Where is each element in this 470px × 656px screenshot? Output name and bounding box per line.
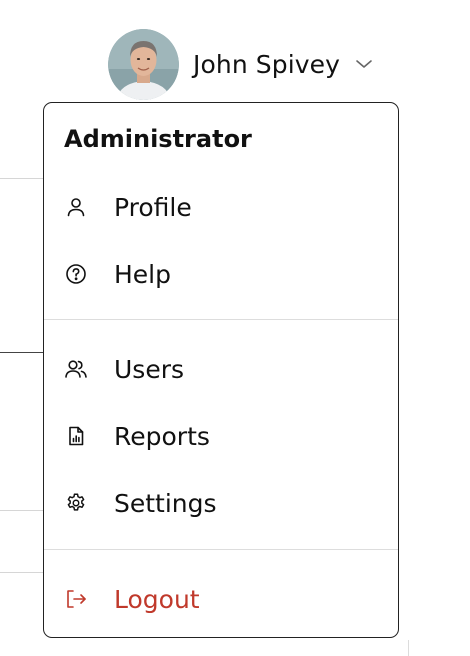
background-border xyxy=(408,640,409,656)
menu-item-settings[interactable]: Settings xyxy=(44,473,398,533)
menu-item-profile[interactable]: Profile xyxy=(44,177,398,237)
menu-item-label: Users xyxy=(114,354,185,384)
gear-icon xyxy=(64,491,88,515)
menu-item-label: Profile xyxy=(114,192,192,222)
avatar[interactable] xyxy=(108,28,179,100)
background-divider xyxy=(0,178,43,179)
user-icon xyxy=(64,195,88,219)
menu-item-help[interactable]: Help xyxy=(44,244,398,304)
menu-item-logout[interactable]: Logout xyxy=(44,569,398,629)
chevron-down-icon[interactable] xyxy=(354,54,374,74)
background-divider xyxy=(0,572,43,573)
logout-icon xyxy=(64,587,88,611)
report-icon xyxy=(64,424,88,448)
menu-item-label: Logout xyxy=(114,584,200,614)
background-divider xyxy=(0,352,43,353)
user-dropdown-menu: Administrator Profile Help Users Reports… xyxy=(43,102,399,638)
user-menu-trigger[interactable]: John Spivey xyxy=(108,28,374,100)
user-name[interactable]: John Spivey xyxy=(193,50,340,79)
menu-item-users[interactable]: Users xyxy=(44,339,398,399)
menu-item-label: Reports xyxy=(114,421,210,451)
menu-item-label: Settings xyxy=(114,488,217,518)
menu-divider xyxy=(44,549,398,550)
menu-heading: Administrator xyxy=(64,125,252,153)
menu-divider xyxy=(44,319,398,320)
menu-item-reports[interactable]: Reports xyxy=(44,406,398,466)
menu-item-label: Help xyxy=(114,259,171,289)
help-circle-icon xyxy=(64,262,88,286)
background-divider xyxy=(0,510,43,511)
users-icon xyxy=(64,357,88,381)
